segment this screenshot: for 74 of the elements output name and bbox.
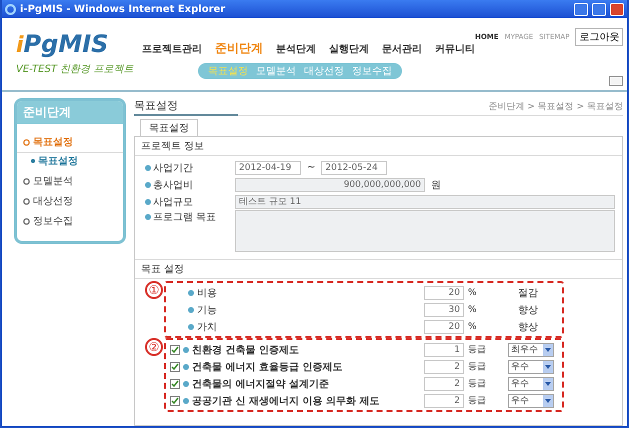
grade-select[interactable]: 우수 [508,360,554,374]
grade-select[interactable]: 우수 [508,376,554,390]
value-field[interactable]: 2 [424,376,464,390]
value-field[interactable]: 20 [424,286,464,300]
circle-bullet-icon [23,138,30,146]
checkbox[interactable] [170,378,180,388]
circle-bullet-icon [23,218,30,224]
checkbox[interactable] [170,362,180,372]
budget-field: 900,000,000,000 [235,178,425,192]
sidebar-subitem[interactable]: 목표설정 [38,154,78,168]
section-heading: 프로젝트 정보 [135,137,622,156]
sidebar-item[interactable]: 정보수집 [33,214,73,228]
result-label: 절감 [518,286,538,300]
unit-label: 등급 [468,378,487,390]
unit-label: 원 [431,178,441,192]
checkbox[interactable] [170,344,180,354]
result-label: 향상 [518,304,538,316]
logo[interactable]: iPgMIS [16,30,132,58]
number-marker: ① [145,281,163,299]
minimize-button[interactable] [574,2,588,16]
close-button[interactable] [610,2,624,16]
unit-label: % [468,288,478,298]
browser-icon [5,4,16,14]
separator: ~ [307,162,316,173]
tab[interactable]: 목표설정 [140,119,198,136]
goal-label: 건축물의 에너지절약 설계기준 [170,376,420,390]
number-marker: ② [145,338,163,356]
goal-label: 비용 [170,286,420,300]
unit-label: % [468,322,478,332]
dot-bullet-icon [31,159,35,163]
result-label: 향상 [518,320,538,334]
nav-item[interactable]: 분석단계 [276,42,316,56]
field-label: 총사업비 [145,178,229,192]
unit-label: % [468,304,478,314]
unit-label: 등급 [468,344,487,356]
circle-bullet-icon [23,178,30,184]
goal-label: 기능 [170,302,420,316]
field-label: 프로그램 목표 [145,210,229,224]
nav-item[interactable]: 실행단계 [329,42,369,56]
nav-item[interactable]: 문서관리 [382,42,422,56]
sidebar-item[interactable]: 대상선정 [33,194,73,208]
maximize-button[interactable] [592,2,606,16]
grade-select[interactable]: 최우수 [508,342,554,356]
nav-item[interactable]: 프로젝트관리 [142,42,202,56]
goal-label: 친환경 건축물 인증제도 [170,342,420,356]
collapse-button[interactable] [609,76,624,86]
logo-subtitle: VE-TEST 친환경 프로젝트 [16,63,132,76]
logout-button[interactable]: 로그아웃 [575,28,624,46]
unit-label: 등급 [468,395,487,407]
value-field[interactable]: 20 [424,320,464,334]
unit-label: 등급 [468,361,487,373]
breadcrumb: 준비단계 > 목표설정 > 목표설정 [488,101,623,113]
sidebar-item[interactable]: 목표설정 [33,135,73,149]
page-title: 목표설정 [134,98,238,116]
grade-select[interactable]: 우수 [508,394,554,408]
date-field[interactable]: 2012-05-24 [321,160,388,174]
goal-label: 가치 [170,320,420,334]
value-field[interactable]: 2 [424,360,464,374]
checkbox[interactable] [170,396,180,406]
goal-label: 공공기관 신 재생에너지 이용 의무화 제도 [170,394,420,408]
section-heading: 목표 설정 [135,259,622,279]
scale-field: 테스트 규모 11 [235,194,615,208]
field-label: 사업규모 [145,194,229,208]
goal-label: 건축물 에너지 효율등급 인증제도 [170,360,420,374]
date-field[interactable]: 2012-04-19 [235,160,301,174]
field-label: 사업기간 [145,160,229,174]
nav-item[interactable]: 커뮤니티 [435,42,475,56]
window-title: i-PgMIS - Windows Internet Explorer [20,4,226,14]
value-field[interactable]: 2 [424,394,464,408]
sidebar-item[interactable]: 모델분석 [33,174,73,188]
circle-bullet-icon [23,198,30,204]
value-field[interactable]: 30 [424,302,464,316]
value-field[interactable]: 1 [424,342,464,356]
sidebar-title: 준비단계 [17,101,123,124]
